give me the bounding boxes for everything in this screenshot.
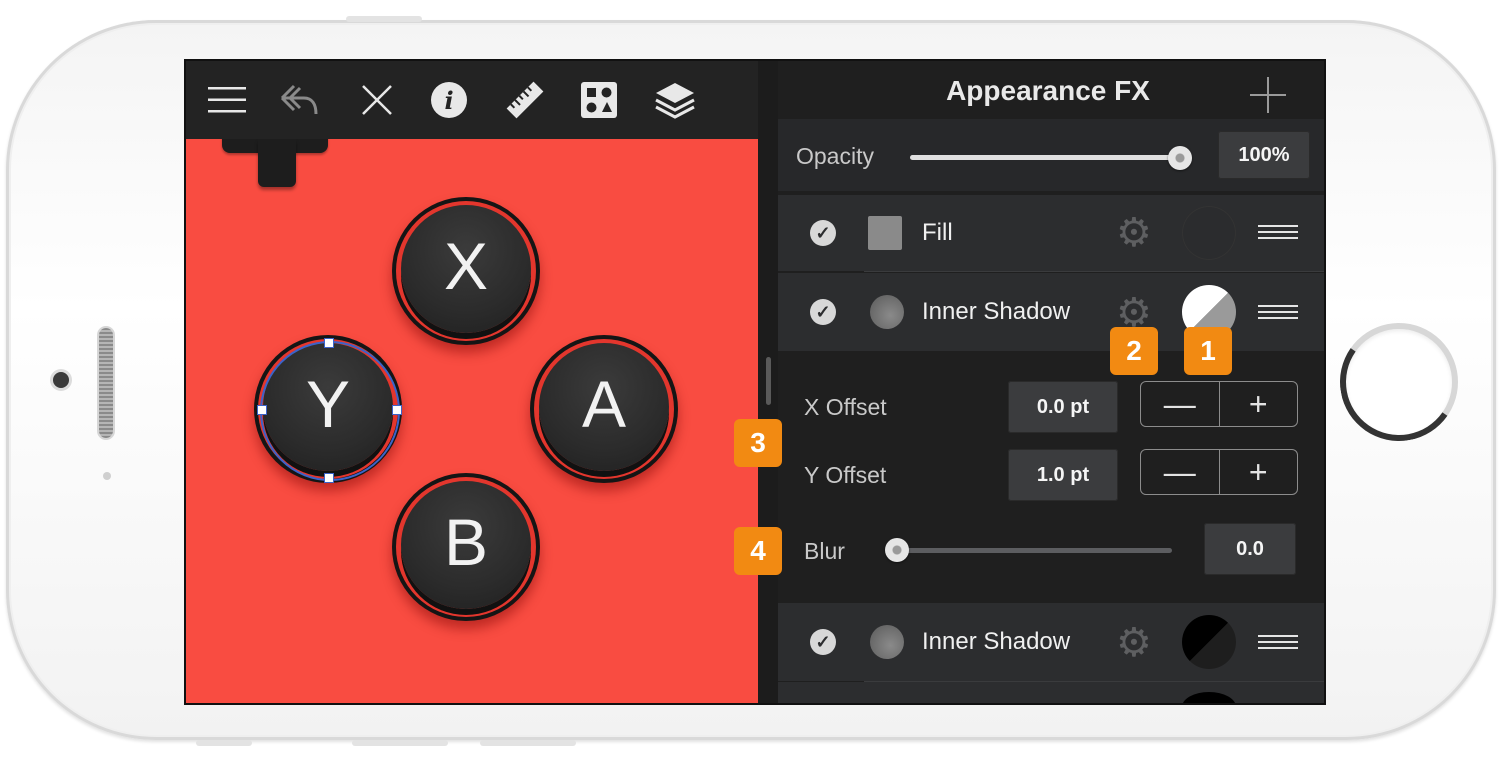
blur-label: Blur: [804, 538, 845, 564]
undo-icon[interactable]: [278, 79, 320, 121]
y-button-label: Y: [305, 367, 351, 441]
fill-settings-gear-icon[interactable]: ⚙: [1116, 213, 1152, 253]
y-offset-label: Y Offset: [804, 462, 887, 488]
info-icon[interactable]: i: [428, 79, 470, 121]
effect-row-fill[interactable]: ✓ Fill ⚙: [778, 195, 1324, 271]
inner-shadow-2-label: Inner Shadow: [922, 628, 1071, 655]
appearance-panel: Appearance FX Opacity 100% ✓ Fill ⚙ ✓ In…: [778, 61, 1324, 703]
speaker-grille: [99, 328, 113, 438]
panel-title: Appearance FX: [946, 75, 1150, 106]
blur-slider-knob[interactable]: [885, 538, 909, 562]
callout-badge-4: 4: [734, 527, 782, 575]
phone-bottom-button-3: [480, 740, 576, 746]
opacity-row: Opacity 100%: [778, 119, 1324, 191]
y-button-shape[interactable]: Y: [254, 335, 402, 483]
inner-shadow-2-color-swatch[interactable]: [1182, 615, 1236, 669]
x-offset-stepper[interactable]: — +: [1140, 381, 1298, 427]
selection-handle-left[interactable]: [257, 405, 267, 415]
selection-handle-top[interactable]: [324, 338, 334, 348]
app-screen: i X Y A B Appearance FX Opacity 100% ✓ F…: [184, 59, 1326, 705]
phone-bottom-button-1: [196, 740, 252, 746]
opacity-value[interactable]: 100%: [1218, 131, 1310, 179]
callout-badge-1: 1: [1184, 327, 1232, 375]
design-canvas[interactable]: X Y A B: [186, 139, 758, 703]
svg-text:i: i: [444, 86, 453, 115]
inner-shadow-1-label: Inner Shadow: [922, 298, 1071, 325]
selection-handle-right[interactable]: [392, 405, 402, 415]
blur-slider-track[interactable]: [890, 548, 1172, 553]
callout-badge-3: 3: [734, 419, 782, 467]
y-offset-value[interactable]: 1.0 pt: [1008, 449, 1118, 501]
effect-row-partial[interactable]: [778, 682, 1324, 703]
add-effect-icon[interactable]: [1248, 75, 1288, 115]
fill-reorder-handle-icon[interactable]: [1258, 225, 1298, 241]
x-offset-value[interactable]: 0.0 pt: [1008, 381, 1118, 433]
fill-color-swatch[interactable]: [1182, 206, 1236, 260]
effect-row-inner-shadow-2[interactable]: ✓ Inner Shadow ⚙: [778, 603, 1324, 681]
y-offset-increment-button[interactable]: +: [1220, 450, 1298, 494]
proximity-sensor: [103, 472, 111, 480]
inner-shadow-2-reorder-handle-icon[interactable]: [1258, 635, 1298, 651]
inner-shadow-2-settings-gear-icon[interactable]: ⚙: [1116, 623, 1152, 663]
x-button-label: X: [443, 229, 489, 303]
inner-shadow-2-circle-icon: [870, 625, 904, 659]
layers-icon[interactable]: [654, 79, 696, 121]
phone-bottom-button-2: [352, 740, 448, 746]
dpad-stem[interactable]: [258, 139, 296, 187]
fill-label: Fill: [922, 219, 953, 246]
scrollbar[interactable]: [766, 357, 771, 405]
y-offset-stepper[interactable]: — +: [1140, 449, 1298, 495]
menu-icon[interactable]: [206, 79, 248, 121]
ruler-icon[interactable]: [504, 79, 546, 121]
inner-shadow-1-circle-icon: [870, 295, 904, 329]
row-separator: [864, 271, 1324, 272]
y-offset-decrement-button[interactable]: —: [1141, 450, 1220, 494]
x-offset-label: X Offset: [804, 394, 887, 420]
inner-shadow-2-enabled-checkbox[interactable]: ✓: [810, 629, 836, 655]
b-button-label: B: [443, 505, 489, 579]
inner-shadow-1-enabled-checkbox[interactable]: ✓: [810, 299, 836, 325]
x-button-shape[interactable]: X: [392, 197, 540, 345]
effect-row-inner-shadow-1[interactable]: ✓ Inner Shadow ⚙: [778, 273, 1324, 351]
b-button-shape[interactable]: B: [392, 473, 540, 621]
blur-value[interactable]: 0.0: [1204, 523, 1296, 575]
a-button-label: A: [581, 367, 627, 441]
fill-square-icon: [868, 216, 902, 250]
front-camera: [53, 372, 69, 388]
selection-handle-bottom[interactable]: [324, 473, 334, 483]
opacity-slider-track[interactable]: [910, 155, 1182, 160]
shapes-icon[interactable]: [578, 79, 620, 121]
x-offset-increment-button[interactable]: +: [1220, 382, 1298, 426]
callout-badge-2: 2: [1110, 327, 1158, 375]
opacity-label: Opacity: [796, 143, 874, 169]
opacity-slider-knob[interactable]: [1168, 146, 1192, 170]
fill-enabled-checkbox[interactable]: ✓: [810, 220, 836, 246]
toolbar: i: [186, 61, 760, 139]
home-button[interactable]: [1340, 323, 1458, 441]
a-button-shape[interactable]: A: [530, 335, 678, 483]
phone-top-button: [346, 16, 422, 22]
partial-swatch: [1182, 692, 1236, 703]
close-icon[interactable]: [356, 79, 398, 121]
inner-shadow-1-reorder-handle-icon[interactable]: [1258, 305, 1298, 321]
x-offset-decrement-button[interactable]: —: [1141, 382, 1220, 426]
